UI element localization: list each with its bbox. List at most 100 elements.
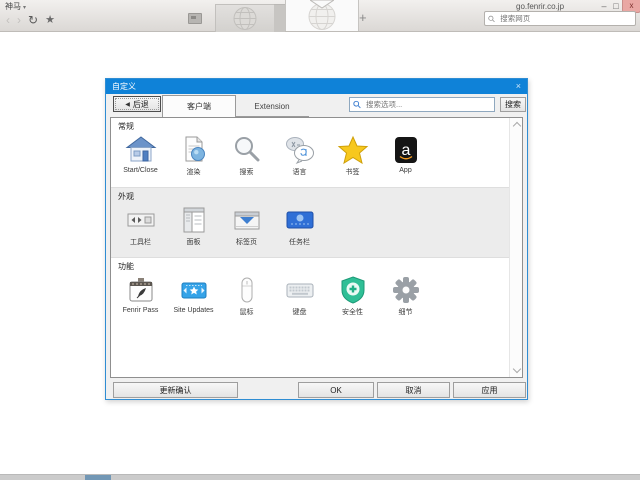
option-label: 面板 [167, 237, 220, 247]
option-item-keyboard[interactable]: 键盘 [273, 274, 326, 317]
option-label: 细节 [379, 307, 432, 317]
option-item-details[interactable]: 细节 [379, 274, 432, 317]
toolbar-icon [125, 204, 157, 236]
home-icon [125, 134, 157, 166]
browser-chrome: 神马▾ ‹ › ↻ ★ + go.fenrir.co.jp – □ x [0, 0, 640, 32]
web-search-box[interactable] [484, 11, 636, 26]
customize-dialog: 自定义 × ◀ 后退 客户端 Extension 搜索 常规 [105, 78, 528, 400]
search-icon [353, 100, 361, 109]
vertical-scrollbar[interactable] [509, 118, 522, 377]
option-label: 渲染 [167, 167, 220, 177]
option-label: 标签页 [220, 237, 273, 247]
page-url: go.fenrir.co.jp [516, 2, 564, 11]
dialog-title: 自定义 [112, 81, 136, 92]
globe-thumbnail-icon [223, 6, 267, 31]
render-icon [178, 134, 210, 166]
tab-stack-edge [274, 4, 285, 32]
option-item-taskbar[interactable]: 任务栏 [273, 204, 326, 247]
web-search-input[interactable] [498, 13, 632, 24]
chevron-down-icon: ▾ [23, 5, 26, 11]
maximize-button[interactable]: □ [611, 1, 621, 11]
options-search-button[interactable]: 搜索 [500, 97, 526, 112]
option-label: 搜索 [220, 167, 273, 177]
option-item-bookmarks[interactable]: 书签 [326, 134, 379, 177]
dialog-titlebar[interactable]: 自定义 × [106, 79, 527, 94]
tab-client[interactable]: 客户端 [162, 95, 236, 117]
tabs-icon [231, 204, 263, 236]
bookmark-star-icon [337, 134, 369, 166]
cancel-button[interactable]: 取消 [377, 382, 450, 398]
option-item-search[interactable]: 搜索 [220, 134, 273, 177]
scroll-up-icon[interactable] [512, 122, 520, 130]
option-label: 任务栏 [273, 237, 326, 247]
search-icon [488, 15, 495, 23]
option-item-app[interactable]: a App [379, 134, 432, 177]
option-item-security[interactable]: 安全性 [326, 274, 379, 317]
option-item-toolbar[interactable]: 工具栏 [114, 204, 167, 247]
status-strip-segment [85, 475, 111, 480]
option-label: 书签 [326, 167, 379, 177]
section-title: 常规 [118, 121, 509, 132]
tab-list-icon[interactable] [188, 13, 202, 24]
browser-tab-active[interactable] [285, 0, 359, 31]
option-label: Start/Close [114, 167, 167, 174]
tab-extension[interactable]: Extension [235, 97, 309, 117]
option-item-fenrir-pass[interactable]: Fenrir Pass [114, 274, 167, 317]
option-item-start-close[interactable]: Start/Close [114, 134, 167, 177]
apply-button[interactable]: 应用 [453, 382, 526, 398]
option-label: 安全性 [326, 307, 379, 317]
language-icon [284, 134, 316, 166]
section-title: 外观 [118, 191, 509, 202]
option-label: 工具栏 [114, 237, 167, 247]
option-label: 键盘 [273, 307, 326, 317]
options-list: 常规 Start/Close [110, 117, 523, 378]
reload-button[interactable]: ↻ [28, 13, 38, 27]
status-strip [0, 474, 640, 480]
dialog-close-icon[interactable]: × [516, 80, 521, 93]
security-shield-icon [337, 274, 369, 306]
option-label: Fenrir Pass [114, 307, 167, 314]
back-arrow-icon: ◀ [125, 101, 130, 108]
active-tab-notch [310, 0, 334, 9]
app-menu-button[interactable]: 神马▾ [5, 1, 26, 12]
section-general: 常规 Start/Close [111, 118, 509, 187]
app-icon: a [390, 134, 422, 166]
option-label: 语言 [273, 167, 326, 177]
details-gear-icon [390, 274, 422, 306]
app-menu-label: 神马 [5, 2, 21, 11]
bookmark-star-button[interactable]: ★ [45, 13, 55, 27]
update-check-button[interactable]: 更新确认 [113, 382, 238, 398]
option-item-panel[interactable]: 面板 [167, 204, 220, 247]
option-item-render[interactable]: 渲染 [167, 134, 220, 177]
nav-toolbar: ‹ › ↻ ★ [6, 12, 55, 28]
option-label: 鼠标 [220, 307, 273, 317]
dialog-back-button[interactable]: ◀ 后退 [113, 96, 161, 112]
option-label: Site Updates [167, 307, 220, 314]
option-label: App [379, 167, 432, 174]
option-item-language[interactable]: 语言 [273, 134, 326, 177]
options-search-input[interactable] [364, 99, 491, 110]
section-appearance: 外观 工具栏 [111, 187, 509, 258]
site-updates-icon [178, 274, 210, 306]
forward-button[interactable]: › [17, 13, 21, 27]
mouse-icon [231, 274, 263, 306]
options-search-box[interactable] [349, 97, 495, 112]
option-item-tabs[interactable]: 标签页 [220, 204, 273, 247]
panel-icon [178, 204, 210, 236]
fenrir-pass-icon [125, 274, 157, 306]
dialog-back-label: 后退 [133, 99, 149, 110]
section-title: 功能 [118, 261, 509, 272]
option-item-site-updates[interactable]: Site Updates [167, 274, 220, 317]
back-button[interactable]: ‹ [6, 13, 10, 27]
taskbar-icon [284, 204, 316, 236]
magnifier-icon [231, 134, 263, 166]
section-features: 功能 Fenrir Pass [111, 258, 509, 330]
browser-tab-inactive[interactable] [215, 4, 275, 33]
scroll-down-icon[interactable] [512, 365, 520, 373]
ok-button[interactable]: OK [298, 382, 374, 398]
svg-text:a: a [401, 142, 410, 159]
new-tab-button[interactable]: + [359, 10, 367, 25]
minimize-button[interactable]: – [599, 1, 609, 11]
keyboard-icon [284, 274, 316, 306]
option-item-mouse[interactable]: 鼠标 [220, 274, 273, 317]
